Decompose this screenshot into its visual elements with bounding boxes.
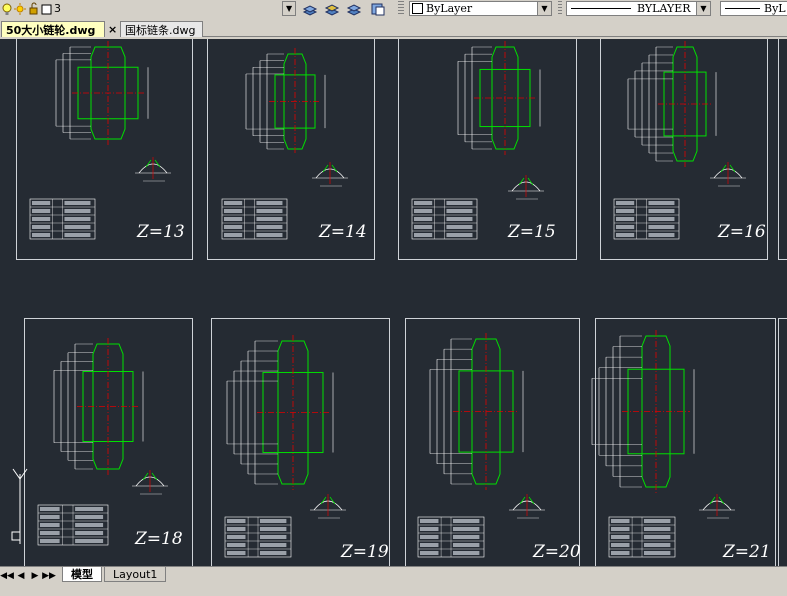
drawing-sheet-z19[interactable]: [211, 318, 390, 566]
lineweight-combo[interactable]: ByL: [720, 1, 787, 16]
layer-tool-buttons[interactable]: [302, 1, 392, 16]
tab-baseline: [203, 36, 787, 37]
toolbar-grip[interactable]: [398, 1, 404, 16]
chevron-down-icon: ▼: [537, 2, 551, 15]
tooth-count-label: Z=16: [718, 222, 766, 242]
tooth-count-label: Z=14: [319, 222, 367, 242]
first-tab-icon[interactable]: ◀◀: [0, 570, 14, 582]
last-tab-icon[interactable]: ▶▶: [42, 570, 56, 582]
layout-tab-label: 模型: [71, 568, 93, 581]
toolbar-grip-2[interactable]: [558, 1, 562, 16]
drawing-sheet-z20[interactable]: [405, 318, 580, 566]
prev-tab-icon[interactable]: ◀: [16, 570, 26, 582]
layout-tab-bar: ◀◀ ◀ ▶ ▶▶ 模型 Layout1: [0, 566, 787, 596]
linetype-combo-value: BYLAYER: [637, 2, 691, 15]
tooth-count-label: Z=21: [723, 542, 771, 562]
drawing-sheet-partial[interactable]: [778, 39, 787, 260]
document-tab-bar: 50大小链轮.dwg × 国标链条.dwg: [0, 18, 787, 39]
layer-name: 3: [54, 2, 61, 15]
tooth-count-label: Z=18: [135, 529, 183, 549]
tooth-count-label: Z=15: [508, 222, 556, 242]
layer-state-icons[interactable]: 3: [2, 1, 61, 16]
layer-tools-icon: [302, 3, 385, 16]
model-space-canvas[interactable]: Z=13 Z=14 Z=15 Z=16 Z=18 Z=19 Z=20 Z=21: [0, 39, 787, 566]
chevron-down-icon: ▼: [696, 2, 710, 15]
layer-dropdown-arrow[interactable]: ▼: [282, 1, 296, 16]
linetype-combo[interactable]: BYLAYER ▼: [566, 1, 711, 16]
drawing-sheet-partial-2[interactable]: [778, 318, 787, 566]
color-combo[interactable]: ByLayer ▼: [409, 1, 552, 16]
layout-tab-label: Layout1: [113, 567, 158, 581]
linetype-preview: [571, 8, 631, 9]
color-swatch-icon: [412, 3, 423, 14]
tooth-count-label: Z=19: [341, 542, 389, 562]
close-icon[interactable]: ×: [108, 23, 117, 36]
layer-toolbar: 3 ▼ ByLayer ▼ BYLAYER ▼ ByL: [0, 0, 787, 19]
color-combo-value: ByLayer: [426, 2, 473, 15]
ucs-icon: [11, 468, 28, 544]
tab-label: 50大小链轮.dwg: [6, 23, 96, 37]
tab-layout1[interactable]: Layout1: [104, 567, 167, 582]
tooth-count-label: Z=20: [533, 542, 581, 562]
lineweight-preview: [725, 8, 760, 9]
lineweight-combo-value: ByL: [764, 2, 786, 15]
tab-chain-standard-dwg[interactable]: 国标链条.dwg: [120, 21, 203, 37]
lightbulb-sun-lock-icon: [2, 2, 52, 15]
drawing-sheet-z21[interactable]: [595, 318, 776, 566]
tooth-count-label: Z=13: [137, 222, 185, 242]
next-tab-icon[interactable]: ▶: [30, 570, 40, 582]
tab-model[interactable]: 模型: [62, 567, 102, 582]
tab-50-sprocket-dwg[interactable]: 50大小链轮.dwg: [1, 21, 105, 37]
tab-label: 国标链条.dwg: [125, 23, 196, 37]
